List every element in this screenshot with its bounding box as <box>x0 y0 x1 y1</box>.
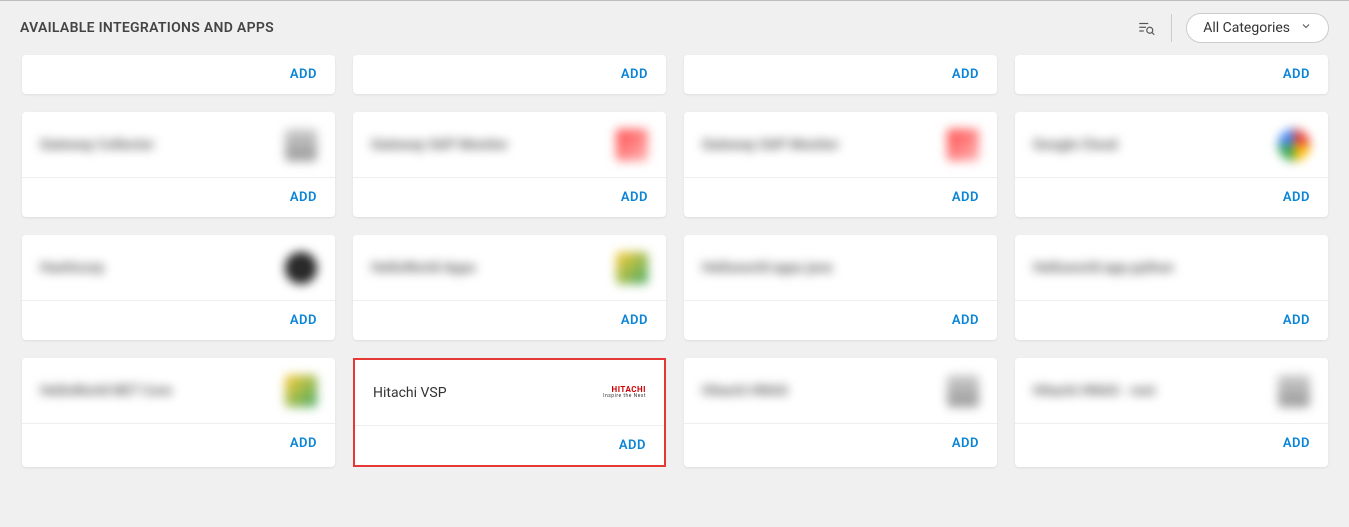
card-header: Hitachi VSP HITACHIInspire the Next <box>355 360 664 425</box>
divider <box>1171 14 1172 42</box>
header-controls: All Categories <box>1135 13 1329 43</box>
card-footer: ADD <box>1015 423 1328 463</box>
add-button[interactable]: ADD <box>1283 313 1310 328</box>
page-title: AVAILABLE INTEGRATIONS AND APPS <box>20 20 274 36</box>
integration-card: ADD <box>22 55 335 94</box>
integration-logo <box>616 129 648 161</box>
card-footer: ADD <box>684 177 997 217</box>
card-footer: ADD <box>353 177 666 217</box>
card-footer: ADD <box>684 423 997 463</box>
integration-name: Gateway Collector <box>40 137 154 153</box>
add-button[interactable]: ADD <box>621 67 648 82</box>
add-button[interactable]: ADD <box>952 67 979 82</box>
card-footer: ADD <box>684 300 997 340</box>
integration-card: Google Cloud ADD <box>1015 112 1328 217</box>
integration-card: ADD <box>684 55 997 94</box>
integration-name: Hitachi HNAS - rest <box>1033 383 1155 399</box>
integration-logo <box>616 252 648 284</box>
card-header: Gateway Collector <box>22 112 335 177</box>
page-header: AVAILABLE INTEGRATIONS AND APPS All Cate… <box>0 0 1349 55</box>
integration-card: Gateway SAP Monitor ADD <box>684 112 997 217</box>
add-button[interactable]: ADD <box>952 436 979 451</box>
card-footer: ADD <box>22 177 335 217</box>
integration-logo <box>285 252 317 284</box>
integration-logo <box>947 129 979 161</box>
card-header: Helloworld apps java <box>684 235 997 300</box>
add-button[interactable]: ADD <box>290 67 317 82</box>
integration-card: Hitachi VSP HITACHIInspire the Next ADD <box>353 358 666 467</box>
integration-logo <box>947 375 979 407</box>
categories-dropdown-label: All Categories <box>1203 20 1290 36</box>
add-button[interactable]: ADD <box>952 190 979 205</box>
card-footer: ADD <box>1015 55 1328 94</box>
card-footer: ADD <box>353 300 666 340</box>
card-footer: ADD <box>22 423 335 463</box>
card-header: Gateway SAP Monitor <box>684 112 997 177</box>
integration-name: Hashicorp <box>40 260 104 276</box>
integration-logo <box>285 375 317 407</box>
integration-name: Gateway SAP Monitor <box>371 137 508 153</box>
integrations-grid: ADDADDADDADDGateway CollectorADDGateway … <box>0 55 1349 489</box>
card-footer: ADD <box>355 425 664 465</box>
card-header: HelloWorld Apps <box>353 235 666 300</box>
card-footer: ADD <box>22 300 335 340</box>
card-header: Google Cloud <box>1015 112 1328 177</box>
add-button[interactable]: ADD <box>621 313 648 328</box>
integration-name: HelloWorld Apps <box>371 260 476 276</box>
add-button[interactable]: ADD <box>290 313 317 328</box>
add-button[interactable]: ADD <box>290 436 317 451</box>
integration-logo <box>1278 252 1310 284</box>
card-footer: ADD <box>1015 177 1328 217</box>
card-footer: ADD <box>353 55 666 94</box>
integration-name: Gateway SAP Monitor <box>702 137 839 153</box>
chevron-down-icon <box>1300 20 1312 36</box>
add-button[interactable]: ADD <box>290 190 317 205</box>
card-header: HelloWorld NET Core <box>22 358 335 423</box>
integration-name: Google Cloud <box>1033 137 1117 153</box>
integration-card: Helloworld apps java ADD <box>684 235 997 340</box>
integration-card: ADD <box>1015 55 1328 94</box>
add-button[interactable]: ADD <box>1283 436 1310 451</box>
categories-dropdown[interactable]: All Categories <box>1186 13 1329 43</box>
integration-logo: HITACHIInspire the Next <box>603 386 646 399</box>
integration-logo <box>947 252 979 284</box>
add-button[interactable]: ADD <box>952 313 979 328</box>
integration-card: HelloWorld Apps ADD <box>353 235 666 340</box>
card-footer: ADD <box>1015 300 1328 340</box>
add-button[interactable]: ADD <box>1283 190 1310 205</box>
integration-name: Hitachi VSP <box>373 385 447 401</box>
card-header: Gateway SAP Monitor <box>353 112 666 177</box>
integration-card: Gateway Collector ADD <box>22 112 335 217</box>
integration-card: Hitachi HNAS - rest ADD <box>1015 358 1328 467</box>
card-footer: ADD <box>684 55 997 94</box>
integration-name: HelloWorld NET Core <box>40 383 172 399</box>
search-filter-icon[interactable] <box>1135 17 1157 39</box>
integration-card: Hitachi HNAS ADD <box>684 358 997 467</box>
integration-card: Gateway SAP Monitor ADD <box>353 112 666 217</box>
integration-logo <box>1278 375 1310 407</box>
integration-logo <box>285 129 317 161</box>
add-button[interactable]: ADD <box>619 438 646 453</box>
card-header: Hitachi HNAS - rest <box>1015 358 1328 423</box>
integration-card: HelloWorld NET Core ADD <box>22 358 335 467</box>
integration-card: ADD <box>353 55 666 94</box>
integration-card: Helloworld app python ADD <box>1015 235 1328 340</box>
integration-name: Hitachi HNAS <box>702 383 788 399</box>
integration-name: Helloworld apps java <box>702 260 832 276</box>
card-footer: ADD <box>22 55 335 94</box>
add-button[interactable]: ADD <box>621 190 648 205</box>
integration-logo <box>1278 129 1310 161</box>
integration-card: Hashicorp ADD <box>22 235 335 340</box>
integration-name: Helloworld app python <box>1033 260 1174 276</box>
card-header: Hashicorp <box>22 235 335 300</box>
card-header: Hitachi HNAS <box>684 358 997 423</box>
add-button[interactable]: ADD <box>1283 67 1310 82</box>
card-header: Helloworld app python <box>1015 235 1328 300</box>
